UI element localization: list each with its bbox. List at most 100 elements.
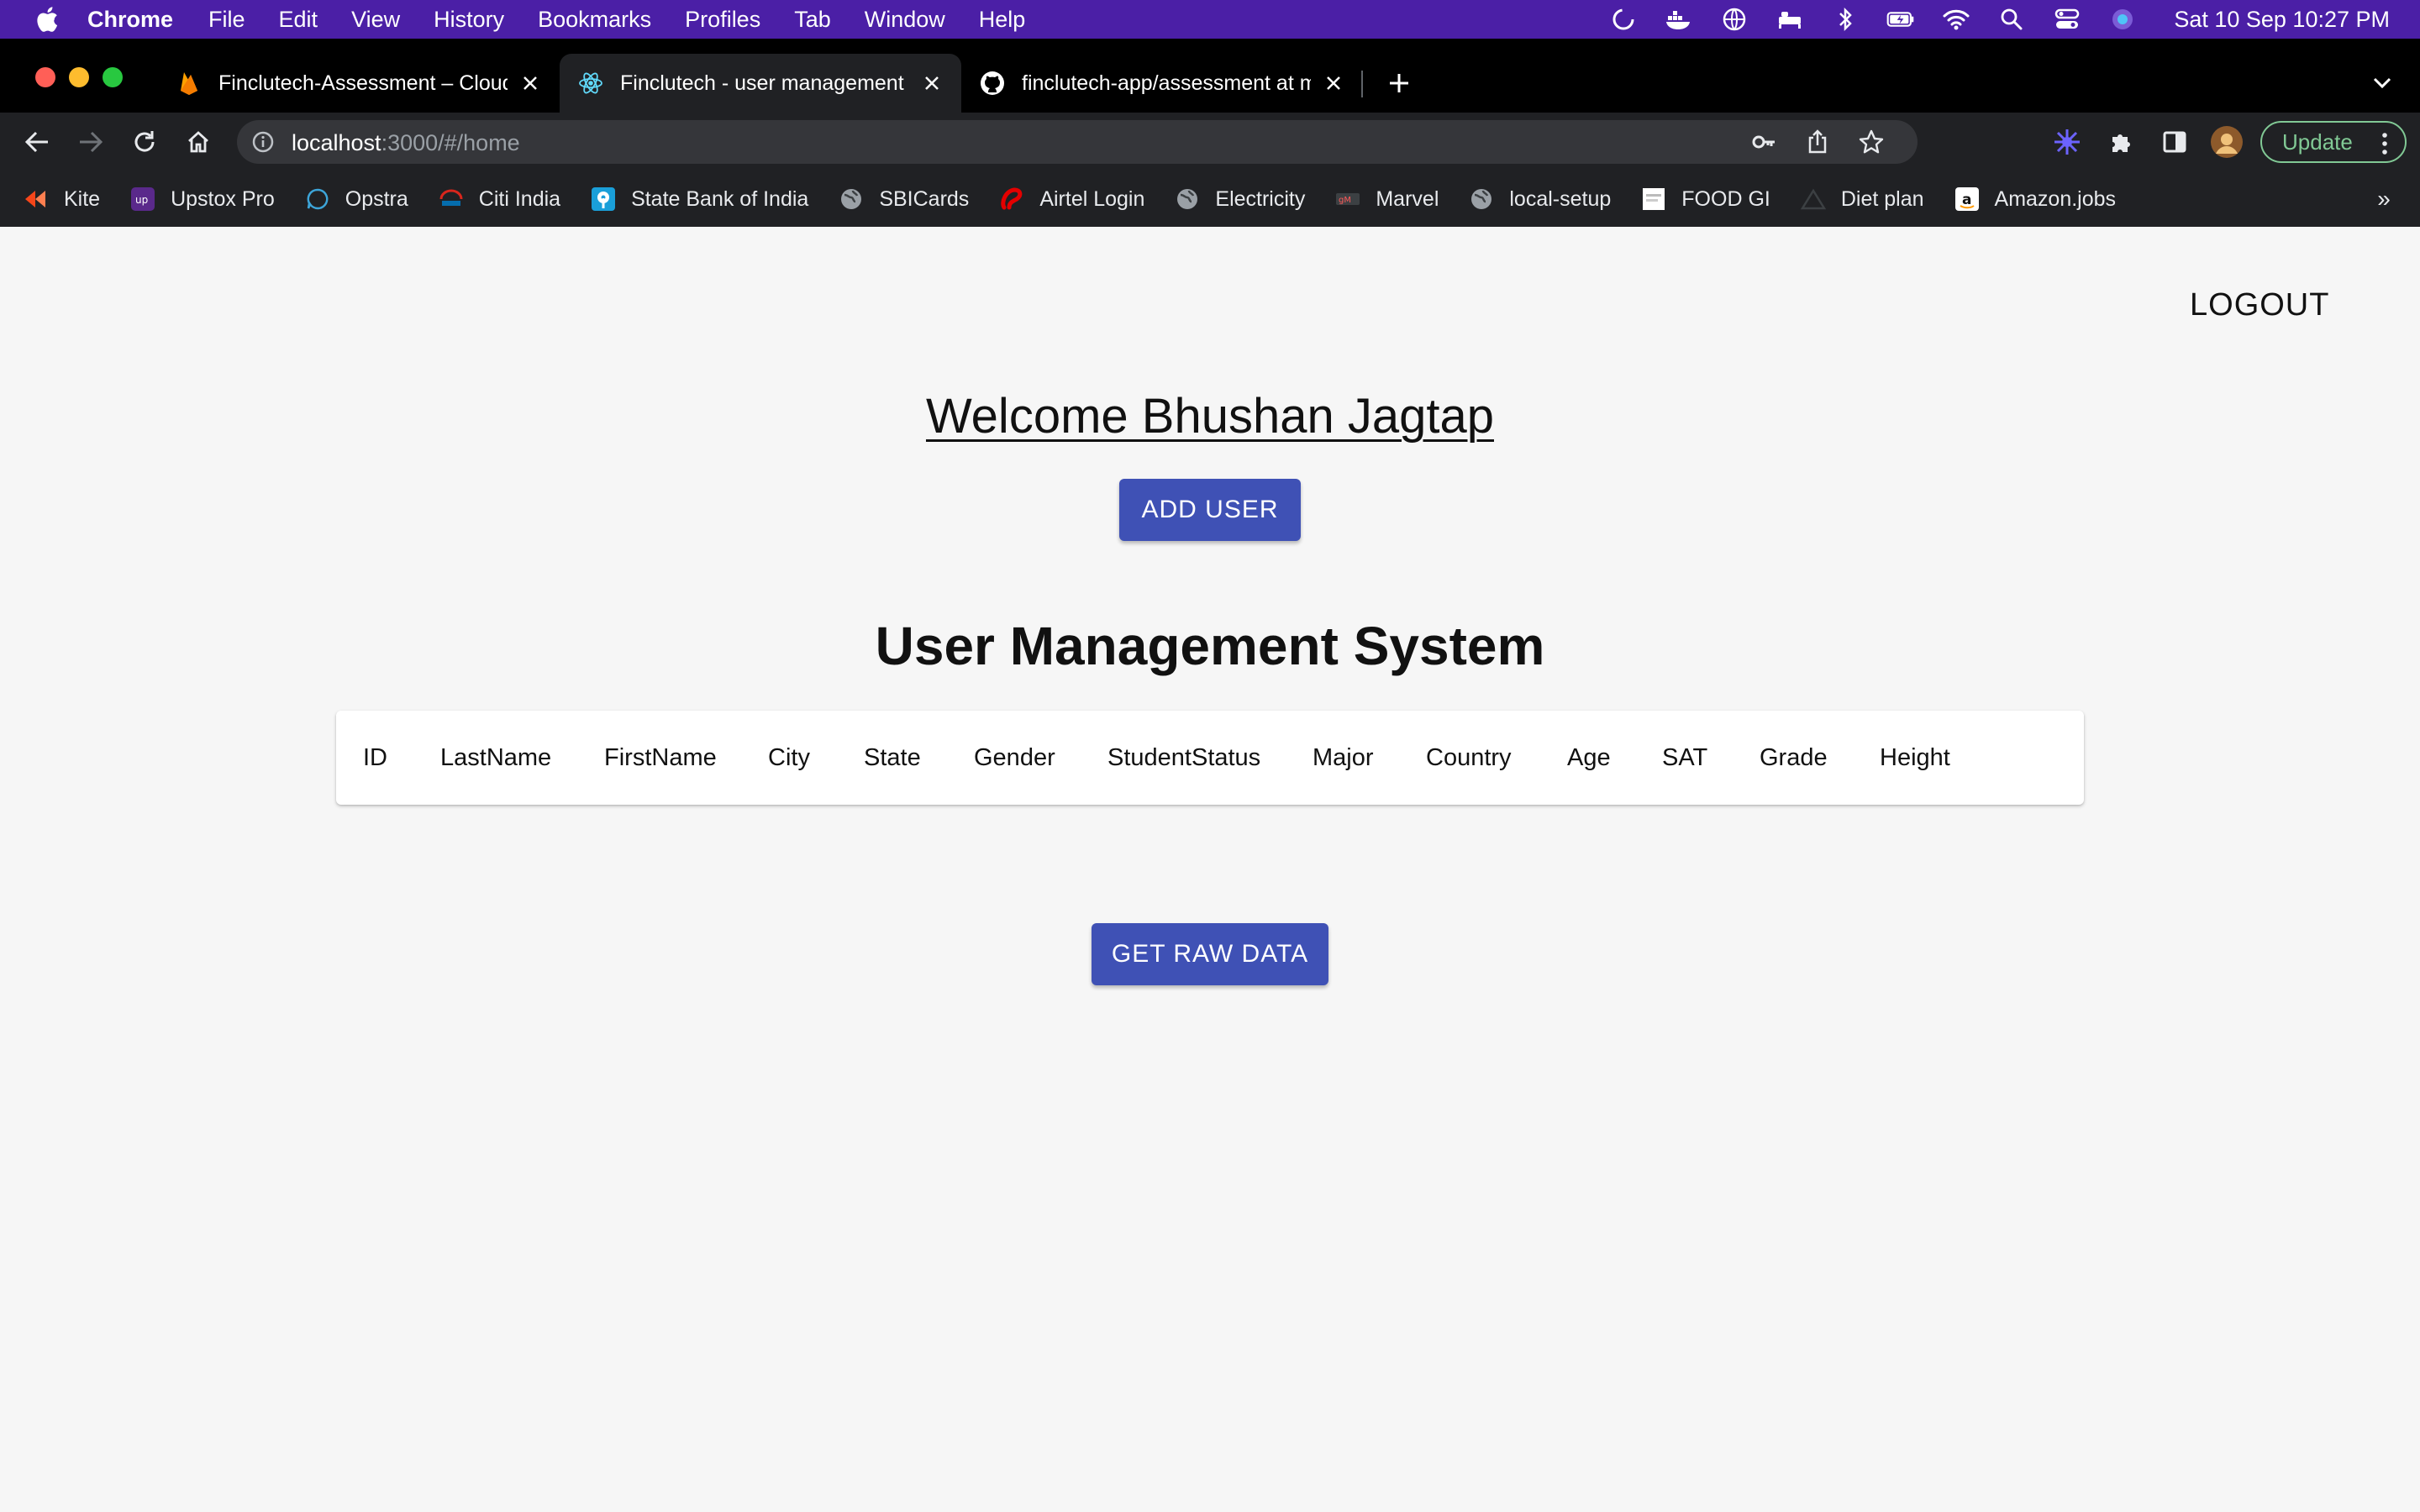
column-header-country[interactable]: Country [1426, 744, 1512, 772]
bookmark-label: FOOD GI [1681, 186, 1770, 211]
control-center-icon[interactable] [2053, 7, 2081, 32]
address-bar[interactable]: localhost:3000/#/home [237, 120, 1918, 164]
new-tab-plus-icon[interactable] [1385, 69, 1413, 97]
close-icon[interactable] [1323, 72, 1344, 94]
menu-bar-clock[interactable]: Sat 10 Sep 10:27 PM [2174, 7, 2390, 33]
column-header-city[interactable]: City [768, 744, 810, 772]
site-info-icon[interactable] [250, 129, 276, 155]
bookmark-local-setup[interactable]: local-setup [1469, 186, 1611, 212]
column-header-lastname[interactable]: LastName [440, 744, 551, 772]
spotlight-search-icon[interactable] [1997, 7, 2026, 32]
column-header-grade[interactable]: Grade [1760, 744, 1828, 772]
bookmark-state-bank-of-india[interactable]: State Bank of India [591, 186, 808, 212]
profile-avatar[interactable] [2210, 125, 2244, 159]
minimize-window-button[interactable] [69, 67, 89, 87]
tab-user-management[interactable]: Finclutech - user management [560, 54, 961, 113]
svg-text:a: a [1962, 192, 1971, 208]
add-user-button[interactable]: ADD USER [1119, 479, 1301, 541]
column-header-gender[interactable]: Gender [974, 744, 1055, 772]
close-icon[interactable] [921, 72, 943, 94]
tab-title: Finclutech - user management [620, 71, 904, 95]
column-header-id[interactable]: ID [363, 744, 387, 772]
bookmark-sbicards[interactable]: SBICards [839, 186, 969, 212]
menu-profiles[interactable]: Profiles [685, 7, 760, 33]
tab-title: finclutech-app/assessment at m [1022, 71, 1311, 95]
bookmark-amazon-jobs[interactable]: a Amazon.jobs [1954, 186, 2116, 212]
tab-firebase[interactable]: Finclutech-Assessment – Cloud [158, 54, 560, 113]
column-header-firstname[interactable]: FirstName [604, 744, 717, 772]
bookmarks-overflow-chevron-icon[interactable]: » [2371, 185, 2396, 213]
bookmark-upstox-pro[interactable]: up Upstox Pro [130, 186, 275, 212]
column-header-major[interactable]: Major [1313, 744, 1374, 772]
column-header-age[interactable]: Age [1567, 744, 1611, 772]
column-header-sat[interactable]: SAT [1662, 744, 1707, 772]
marvel-icon: gM [1335, 186, 1360, 212]
extension-sparkle-icon[interactable] [2050, 125, 2084, 159]
back-arrow-icon[interactable] [20, 125, 54, 159]
share-icon[interactable] [1805, 129, 1830, 155]
extensions-puzzle-icon[interactable] [2104, 125, 2138, 159]
key-icon[interactable] [1751, 129, 1776, 155]
close-icon[interactable] [519, 72, 541, 94]
tab-search-chevron-down-icon[interactable] [2368, 69, 2396, 97]
kebab-menu-icon[interactable] [2376, 132, 2393, 155]
menu-edit[interactable]: Edit [279, 7, 318, 33]
update-label: Update [2282, 129, 2353, 155]
bed-icon[interactable] [1776, 7, 1804, 32]
sbi-icon [591, 186, 616, 212]
apple-icon[interactable] [30, 3, 62, 35]
table-header-row: ID LastName FirstName City State Gender … [336, 711, 2084, 805]
docker-icon[interactable] [1665, 7, 1693, 32]
column-header-studentstatus[interactable]: StudentStatus [1107, 744, 1260, 772]
menu-window[interactable]: Window [865, 7, 945, 33]
browser-toolbar: localhost:3000/#/home Update [0, 113, 2420, 171]
tab-github[interactable]: finclutech-app/assessment at m [961, 54, 1363, 113]
svg-text:up: up [135, 194, 148, 206]
welcome-heading: Welcome Bhushan Jagtap [925, 389, 1494, 444]
bookmark-opstra[interactable]: Opstra [305, 186, 408, 212]
bookmark-food-gi[interactable]: FOOD GI [1641, 186, 1770, 212]
menu-bookmarks[interactable]: Bookmarks [538, 7, 651, 33]
update-button[interactable]: Update [2260, 121, 2407, 163]
bookmark-star-icon[interactable] [1859, 129, 1884, 155]
menu-app-name[interactable]: Chrome [87, 7, 173, 33]
opstra-icon [305, 186, 330, 212]
column-header-height[interactable]: Height [1880, 744, 1950, 772]
bookmark-airtel-login[interactable]: Airtel Login [999, 186, 1144, 212]
url-text[interactable]: localhost:3000/#/home [292, 130, 520, 156]
sync-icon[interactable] [1609, 7, 1638, 32]
wifi-icon[interactable] [1942, 7, 1970, 32]
bookmark-marvel[interactable]: gM Marvel [1335, 186, 1439, 212]
forward-arrow-icon[interactable] [74, 125, 108, 159]
firebase-icon [176, 71, 202, 96]
bookmark-label: Diet plan [1840, 186, 1924, 211]
macos-menu-bar: Chrome File Edit View History Bookmarks … [0, 0, 2420, 39]
get-raw-data-button[interactable]: GET RAW DATA [1092, 923, 1328, 985]
battery-icon[interactable] [1886, 7, 1915, 32]
bookmark-citi-india[interactable]: Citi India [439, 186, 560, 212]
reload-icon[interactable] [128, 125, 161, 159]
bookmark-label: Upstox Pro [171, 186, 275, 211]
url-host: localhost [292, 130, 381, 155]
logout-button[interactable]: LOGOUT [2190, 287, 2329, 323]
column-header-state[interactable]: State [864, 744, 921, 772]
bookmark-electricity[interactable]: Electricity [1175, 186, 1305, 212]
home-icon[interactable] [182, 125, 215, 159]
close-window-button[interactable] [35, 67, 55, 87]
siri-icon[interactable] [2108, 7, 2137, 32]
menu-file[interactable]: File [208, 7, 245, 33]
menu-history[interactable]: History [434, 7, 504, 33]
side-panel-icon[interactable] [2158, 125, 2191, 159]
diet-icon [1800, 186, 1826, 212]
bluetooth-icon[interactable] [1831, 7, 1860, 32]
zoom-window-button[interactable] [103, 67, 123, 87]
menu-tab[interactable]: Tab [794, 7, 831, 33]
bookmark-kite[interactable]: Kite [24, 186, 100, 212]
menu-help[interactable]: Help [979, 7, 1026, 33]
users-table: ID LastName FirstName City State Gender … [336, 711, 2084, 805]
food-icon [1641, 186, 1666, 212]
vpn-globe-icon[interactable] [1720, 7, 1749, 32]
bookmark-diet-plan[interactable]: Diet plan [1800, 186, 1924, 212]
menu-view[interactable]: View [351, 7, 400, 33]
bookmark-label: Airtel Login [1039, 186, 1145, 211]
